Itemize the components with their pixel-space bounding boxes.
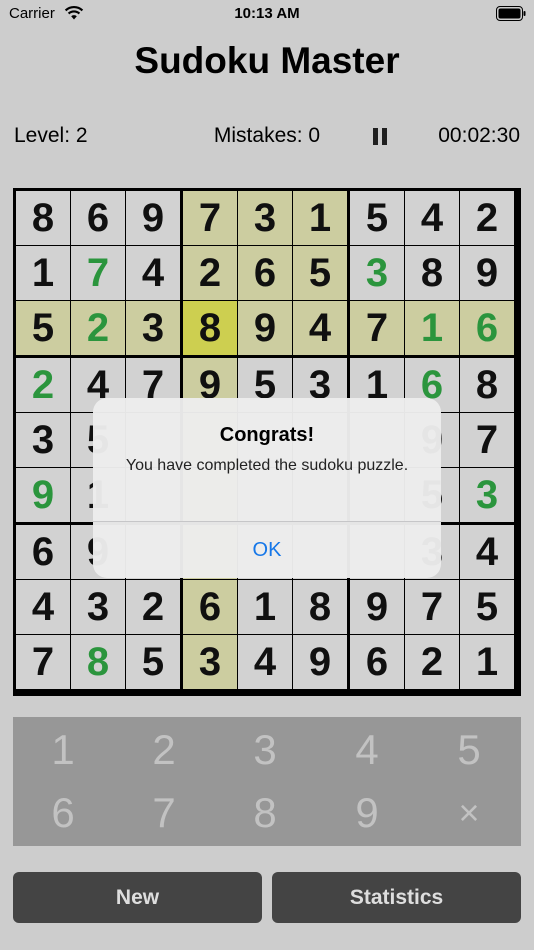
congrats-alert: Congrats! You have completed the sudoku … (93, 398, 441, 578)
modal-overlay: Congrats! You have completed the sudoku … (0, 0, 534, 950)
alert-title: Congrats! (219, 424, 315, 446)
alert-message: You have completed the sudoku puzzle. (125, 457, 409, 474)
alert-ok-button[interactable]: OK (93, 522, 441, 578)
